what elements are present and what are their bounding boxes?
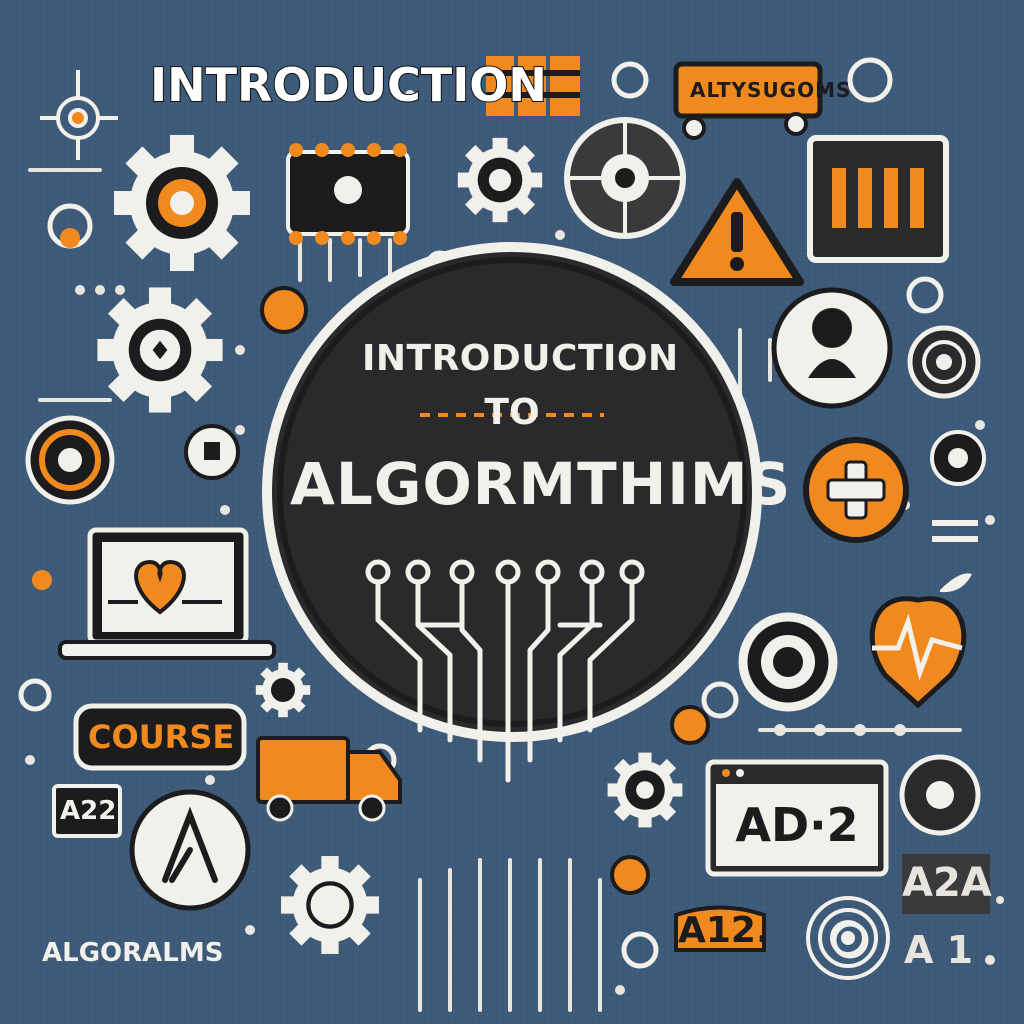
gear-icon-3 (457, 137, 543, 223)
header-title: INTRODUCTION (149, 57, 548, 113)
altysugoms-label: ALTYSUGOMS (690, 78, 852, 102)
speech-bubble-icon (184, 424, 240, 480)
spiral-icon (806, 896, 890, 980)
center-title-line3: ALGORMTHIMS (290, 450, 792, 518)
heart-laptop-icon (58, 527, 276, 660)
wheel-icon (564, 117, 686, 239)
lambda-icon (129, 789, 251, 911)
gear-icon-5 (607, 752, 683, 828)
center-title-line2: TO (484, 392, 540, 433)
footer-label: ALGORALMS (42, 938, 224, 968)
gear-icon-2 (97, 287, 223, 413)
center-title-line1: INTRODUCTION (362, 338, 679, 379)
a2a-label: A2A (902, 860, 992, 906)
plus-icon (803, 437, 909, 543)
chip-icon (286, 143, 410, 245)
battery-icon (807, 135, 949, 263)
hourglass-icon (771, 287, 893, 409)
dial-icon (899, 754, 981, 836)
gear-icon-4 (738, 612, 838, 712)
gear-icon-6 (255, 662, 311, 718)
target-icon-right (907, 325, 981, 399)
poster: INTRODUCTION ALTYSUGOMS INTRODUCTION TO … (0, 0, 1024, 1024)
a22-label: A22 (60, 796, 117, 826)
target-icon-small (930, 430, 986, 486)
target-icon (25, 415, 115, 505)
gear-icon (114, 135, 250, 271)
ad2-label: AD·2 (735, 798, 859, 852)
course-label: COURSE (88, 718, 235, 756)
gear-icon-7 (281, 856, 379, 954)
a21-label: A 1 (904, 928, 974, 972)
a12-label: A12. (678, 910, 770, 951)
